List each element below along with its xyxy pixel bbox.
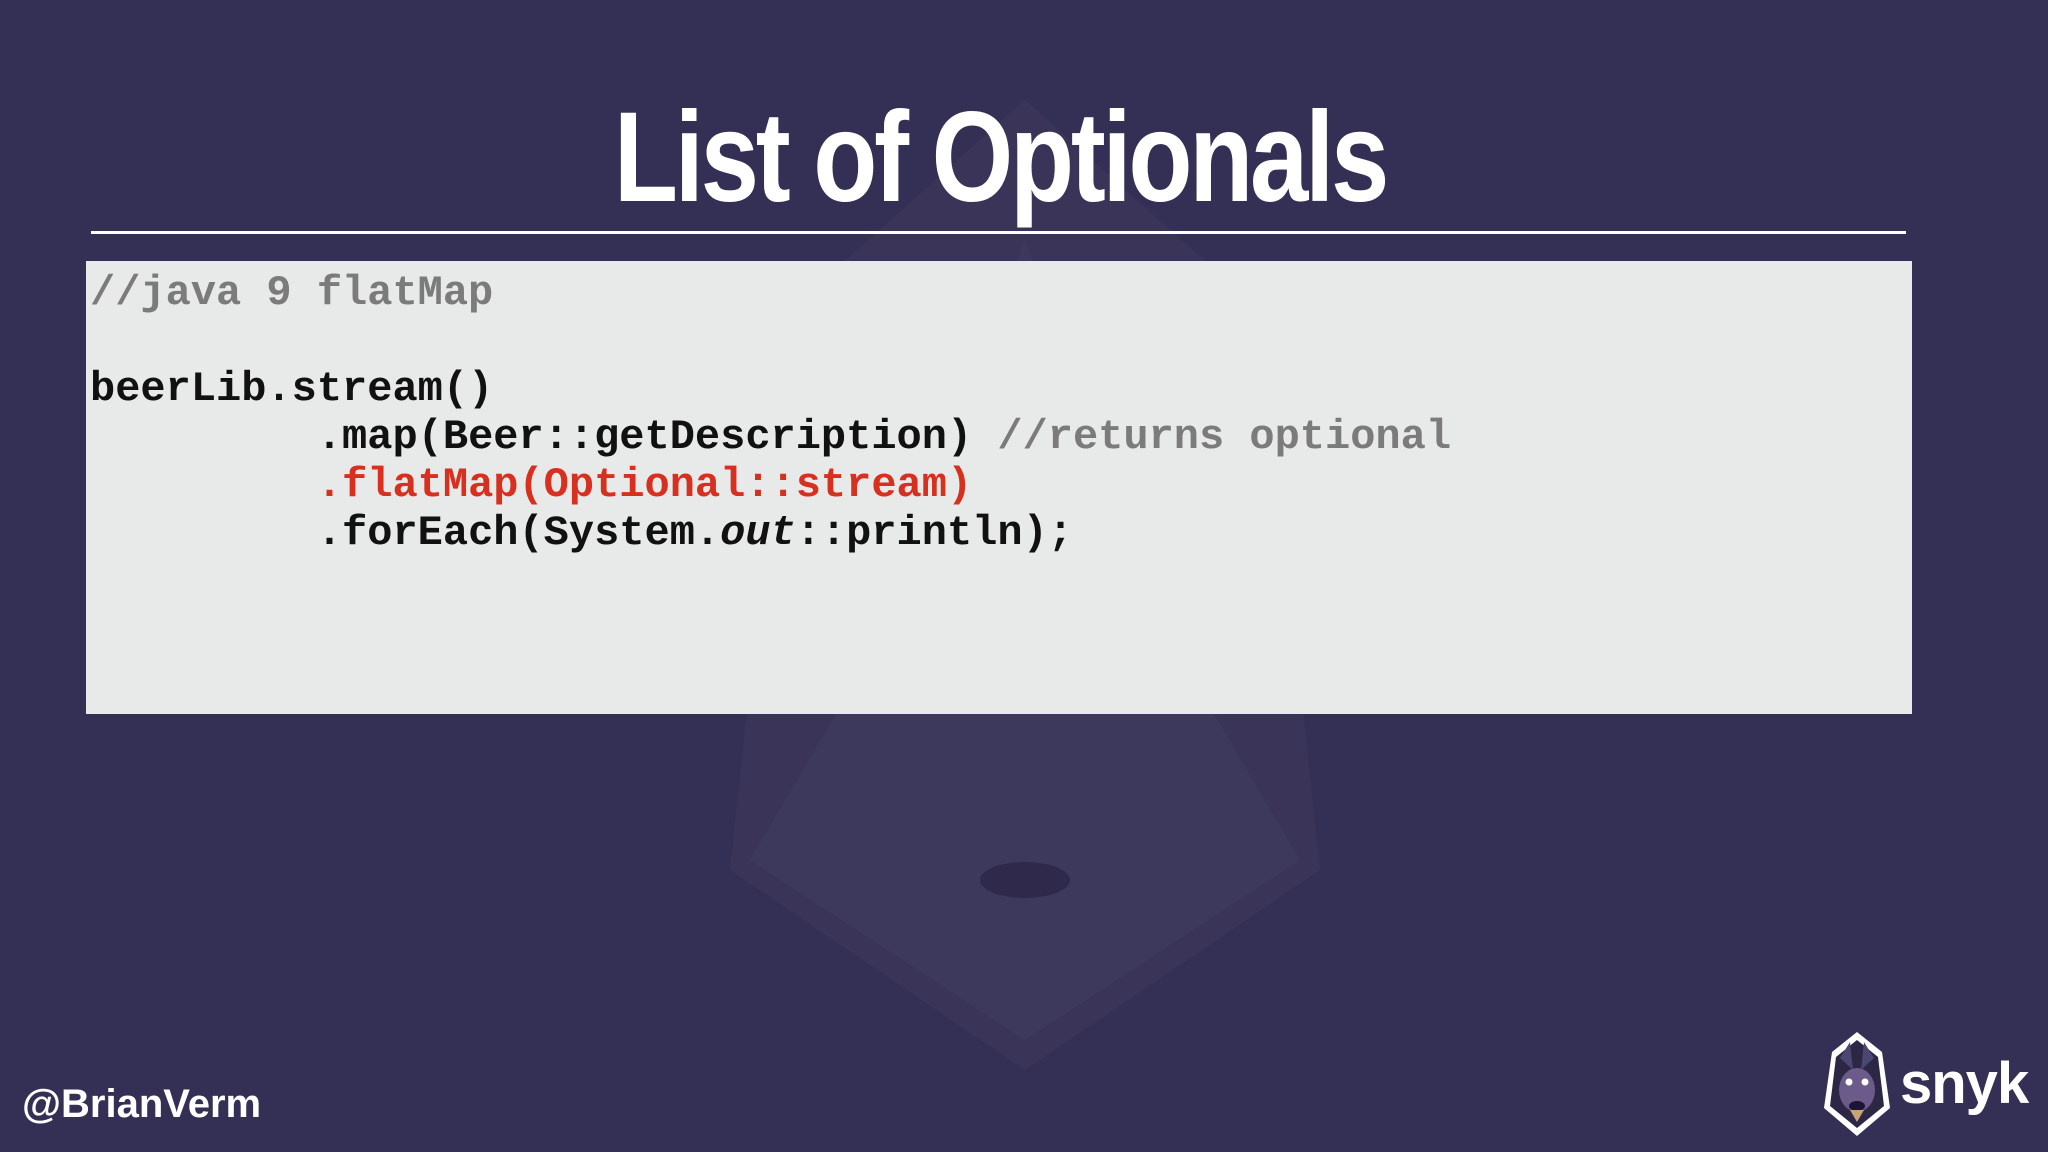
title-divider [91,231,1906,234]
code-line-map: .map(Beer::getDescription) //returns opt… [90,413,1451,461]
snyk-logo-text: snyk [1900,1051,2029,1116]
code-block: //java 9 flatMap beerLib.stream() .map(Be… [90,269,1451,557]
code-line-stream: beerLib.stream() [90,365,494,413]
speaker-handle: @BrianVerm [22,1082,262,1126]
code-foreach-out: out [720,509,796,557]
code-panel: //java 9 flatMap beerLib.stream() .map(Be… [86,261,1912,714]
code-inline-comment: //returns optional [997,413,1452,461]
code-line-foreach: .forEach(System.out::println); [90,509,1451,557]
code-map-call: .map(Beer::getDescription) [316,413,998,461]
slide-title: List of Optionals [613,86,1390,229]
slide: List of Optionals //java 9 flatMap beerLi… [0,0,2048,1152]
code-foreach-post: ::println); [795,509,1073,557]
code-line-flatmap: .flatMap(Optional::stream) [90,461,1451,509]
code-comment-line: //java 9 flatMap [90,269,494,317]
code-foreach-pre: .forEach(System. [316,509,721,557]
snyk-dog-logo-icon [1824,1032,1890,1136]
snyk-logo: snyk [1820,1030,2030,1140]
code-flatmap-call: .flatMap(Optional::stream) [316,461,973,509]
